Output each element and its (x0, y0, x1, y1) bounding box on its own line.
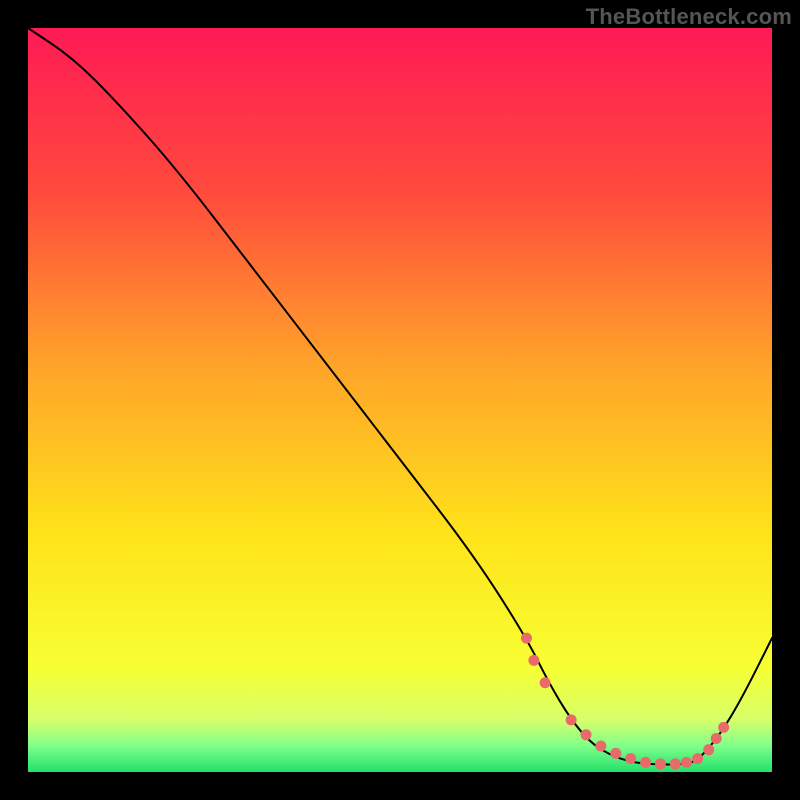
marker-dot (610, 748, 621, 759)
marker-dot (625, 753, 636, 764)
marker-dot (528, 655, 539, 666)
marker-dot (718, 722, 729, 733)
marker-dot (711, 733, 722, 744)
marker-dot (655, 758, 666, 769)
marker-dot (566, 714, 577, 725)
chart-svg (28, 28, 772, 772)
marker-dot (681, 757, 692, 768)
plot-area (28, 28, 772, 772)
marker-dot (540, 677, 551, 688)
marker-dot (640, 757, 651, 768)
marker-dot (581, 729, 592, 740)
marker-dot (703, 744, 714, 755)
gradient-rect (28, 28, 772, 772)
marker-dot (692, 753, 703, 764)
marker-dot (670, 758, 681, 769)
chart-frame: TheBottleneck.com (0, 0, 800, 800)
marker-dot (521, 633, 532, 644)
watermark-label: TheBottleneck.com (586, 4, 792, 30)
marker-dot (595, 740, 606, 751)
